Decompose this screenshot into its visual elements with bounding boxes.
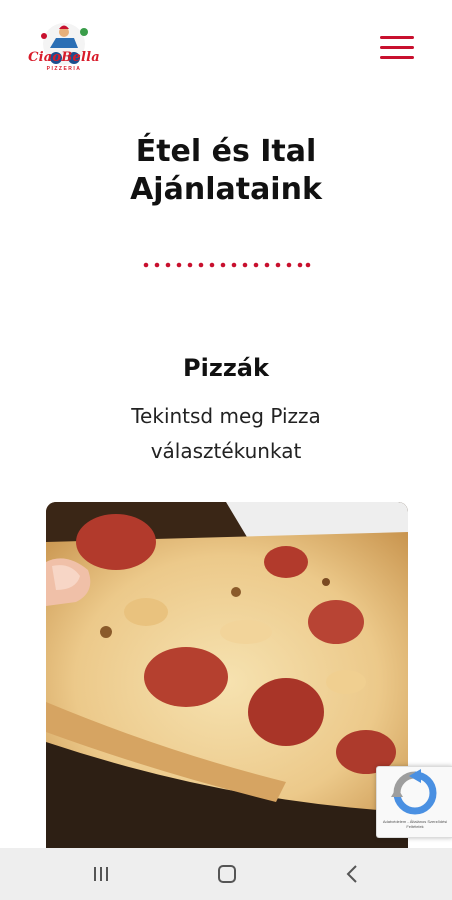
logo-text: CiaoBella <box>28 50 100 65</box>
logo-subtext: PIZZERIA <box>46 66 82 72</box>
system-navigation-bar <box>0 848 452 900</box>
section-description: Tekintsd meg Pizza választékunkat <box>131 404 321 463</box>
recents-icon[interactable] <box>88 862 114 886</box>
page-title: Étel és Ital Ajánlataink <box>130 134 322 207</box>
pizza-image[interactable] <box>46 502 408 862</box>
pizza-slice-photo <box>46 502 408 862</box>
logo[interactable]: CiaoBella PIZZERIA <box>26 20 102 78</box>
home-icon[interactable] <box>214 862 240 886</box>
back-icon[interactable] <box>340 862 366 886</box>
site-header: CiaoBella PIZZERIA <box>0 0 452 100</box>
dotted-divider <box>143 262 311 268</box>
recaptcha-badge[interactable]: Adatvédelem - Általános Szerződési Felté… <box>376 766 452 838</box>
recaptcha-icon <box>391 769 437 815</box>
recaptcha-text: Adatvédelem - Általános Szerződési Felté… <box>382 819 448 829</box>
hamburger-menu-icon[interactable] <box>378 34 416 62</box>
section-title: Pizzák <box>183 354 269 382</box>
